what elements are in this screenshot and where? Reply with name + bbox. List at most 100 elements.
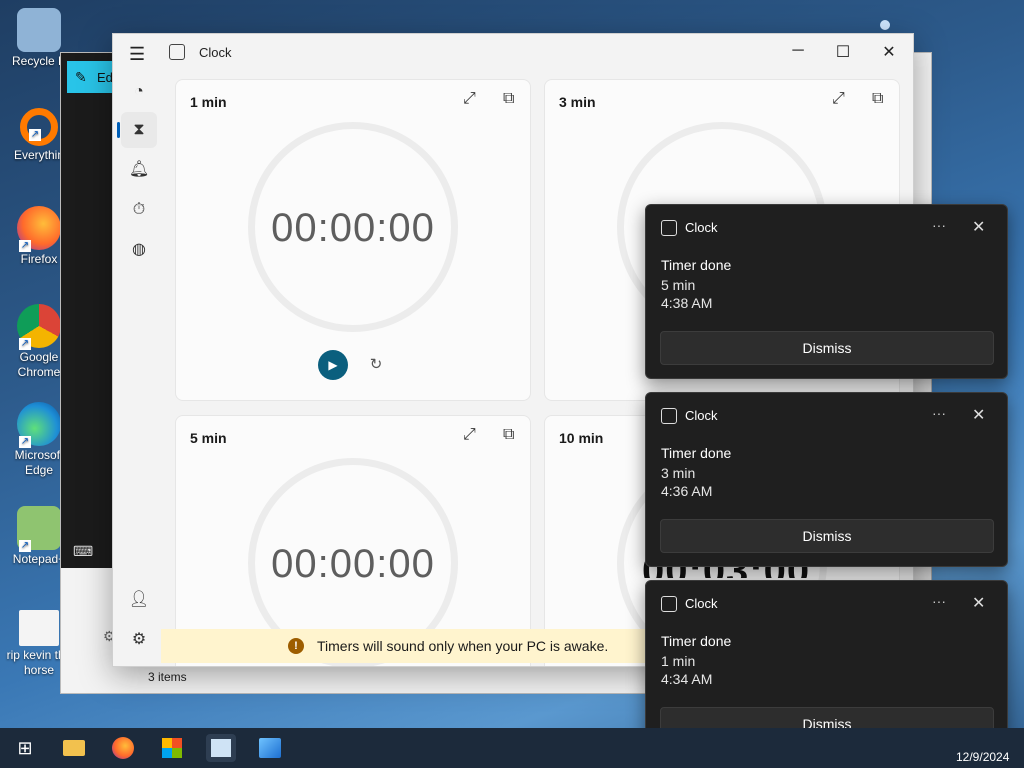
taskbar-file-explorer[interactable] bbox=[59, 734, 89, 762]
nav-focus-sessions[interactable]: ◔ bbox=[121, 74, 157, 110]
alarm-icon: 🔔︎ bbox=[128, 161, 150, 178]
desktop-icon-label: Everythin bbox=[13, 148, 65, 162]
notepad-icon bbox=[211, 739, 231, 757]
world-clock-icon: ◍ bbox=[132, 241, 146, 258]
edit-icon: ✎ bbox=[75, 69, 87, 85]
pin-icon[interactable]: ⧉ bbox=[872, 90, 883, 108]
taskbar-firefox[interactable] bbox=[108, 734, 138, 762]
timer-icon: ⧗ bbox=[133, 121, 145, 138]
desktop-icon-label: Notepad+ bbox=[12, 552, 66, 566]
reset-icon: ↻ bbox=[369, 356, 383, 373]
close-button[interactable]: ✕ bbox=[879, 42, 899, 62]
toast-body: 3 min bbox=[661, 465, 696, 481]
play-icon: ▶ bbox=[328, 358, 338, 372]
background-window-button[interactable]: ✎ Ed bbox=[67, 61, 115, 93]
toast-app-name: Clock bbox=[685, 596, 718, 611]
start-button[interactable]: ⊞ bbox=[10, 734, 40, 762]
background-window-button-label: Ed bbox=[97, 70, 113, 85]
timer-card[interactable]: 1 min ⤢ ⧉ 00:00:00 ▶ ↻ bbox=[175, 79, 531, 401]
dismiss-button[interactable]: Dismiss bbox=[660, 331, 994, 365]
clock-app-icon bbox=[661, 408, 677, 424]
play-button[interactable]: ▶ bbox=[318, 350, 348, 380]
status-bar-text: 3 items bbox=[148, 670, 187, 684]
timer-name: 5 min bbox=[190, 430, 227, 446]
banner-message: Timers will sound only when your PC is a… bbox=[317, 638, 609, 654]
toast-notification[interactable]: Clock ··· ✕ Timer done 3 min 4:36 AM Dis… bbox=[645, 392, 1008, 567]
nav-settings[interactable]: ⚙ bbox=[121, 622, 157, 658]
toast-body: 5 min bbox=[661, 277, 696, 293]
notepad-plus-icon: ↗ bbox=[17, 506, 61, 552]
pin-icon[interactable]: ⧉ bbox=[503, 90, 514, 108]
toast-title: Timer done bbox=[661, 445, 732, 461]
timer-time: 00:00:00 bbox=[271, 206, 435, 250]
hamburger-menu-icon[interactable]: ☰ bbox=[129, 44, 145, 65]
settings-icon: ⚙ bbox=[131, 631, 147, 648]
nav-account[interactable]: 👤︎ bbox=[121, 582, 157, 618]
background-window-sidebar bbox=[61, 53, 113, 568]
dismiss-button[interactable]: Dismiss bbox=[660, 519, 994, 553]
shortcut-arrow-icon: ↗ bbox=[19, 540, 31, 552]
taskbar-store[interactable] bbox=[157, 734, 187, 762]
photos-icon bbox=[259, 738, 281, 758]
close-icon[interactable]: ✕ bbox=[972, 593, 985, 613]
pin-icon[interactable]: ⧉ bbox=[503, 426, 514, 444]
toast-time: 4:38 AM bbox=[661, 295, 713, 311]
chrome-icon: ↗ bbox=[17, 304, 61, 350]
timer-name: 1 min bbox=[190, 94, 227, 110]
desktop-icon-label: Recycle B bbox=[11, 54, 67, 68]
start-icon: ⊞ bbox=[17, 738, 33, 758]
taskbar: ⊞ 12/9/2024 bbox=[0, 728, 1024, 768]
firefox-icon: ↗ bbox=[17, 206, 61, 252]
clock-app-icon bbox=[661, 596, 677, 612]
desktop-wallpaper-shape bbox=[880, 20, 890, 30]
desktop-icon-label: Google Chrome bbox=[17, 350, 61, 379]
shortcut-arrow-icon: ↗ bbox=[19, 240, 31, 252]
toast-notification[interactable]: Clock ··· ✕ Timer done 5 min 4:38 AM Dis… bbox=[645, 204, 1008, 379]
toast-body: 1 min bbox=[661, 653, 696, 669]
expand-icon[interactable]: ⤢ bbox=[463, 426, 476, 444]
window-title: Clock bbox=[199, 45, 232, 60]
taskbar-date: 12/9/2024 bbox=[956, 750, 1010, 764]
toast-time: 4:34 AM bbox=[661, 671, 713, 687]
focus-sessions-icon: ◔ bbox=[134, 83, 144, 100]
more-options-icon[interactable]: ··· bbox=[932, 593, 946, 609]
timer-name: 10 min bbox=[559, 430, 604, 446]
minimize-button[interactable]: ─ bbox=[788, 42, 808, 60]
document-icon bbox=[19, 610, 59, 646]
expand-icon[interactable]: ⤢ bbox=[832, 90, 845, 108]
shortcut-arrow-icon: ↗ bbox=[29, 129, 41, 141]
nav-timer[interactable]: ⧗ bbox=[117, 112, 157, 148]
toast-title: Timer done bbox=[661, 257, 732, 273]
reset-button[interactable]: ↻ bbox=[363, 352, 389, 378]
everything-search-icon: ↗ bbox=[20, 108, 58, 146]
toast-app-name: Clock bbox=[685, 408, 718, 423]
maximize-button[interactable]: ☐ bbox=[833, 42, 853, 62]
taskbar-notepad[interactable] bbox=[206, 734, 236, 762]
file-explorer-icon bbox=[63, 740, 85, 756]
expand-icon[interactable]: ⤢ bbox=[463, 90, 476, 108]
shortcut-arrow-icon: ↗ bbox=[19, 436, 31, 448]
toast-app-name: Clock bbox=[685, 220, 718, 235]
close-icon[interactable]: ✕ bbox=[972, 217, 985, 237]
recycle-bin-icon bbox=[17, 8, 61, 52]
toast-time: 4:36 AM bbox=[661, 483, 713, 499]
timer-time: 00:00:00 bbox=[271, 542, 435, 586]
desktop-icon-label: Firefox bbox=[20, 252, 58, 266]
nav-stopwatch[interactable]: ⏱︎ bbox=[121, 192, 157, 228]
more-options-icon[interactable]: ··· bbox=[932, 405, 946, 421]
keyboard-icon[interactable]: ⌨ bbox=[73, 543, 93, 560]
store-icon bbox=[162, 738, 182, 758]
stopwatch-icon: ⏱︎ bbox=[132, 201, 146, 218]
timer-name: 3 min bbox=[559, 94, 596, 110]
taskbar-photos[interactable] bbox=[255, 734, 285, 762]
desktop-icon-label: Microsoft Edge bbox=[14, 448, 64, 477]
close-icon[interactable]: ✕ bbox=[972, 405, 985, 425]
more-options-icon[interactable]: ··· bbox=[932, 217, 946, 233]
warning-icon: ! bbox=[288, 638, 304, 654]
edge-icon: ↗ bbox=[17, 402, 61, 448]
nav-world-clock[interactable]: ◍ bbox=[121, 232, 157, 268]
title-bar: ☰ Clock ─ ☐ ✕ bbox=[113, 34, 913, 70]
shortcut-arrow-icon: ↗ bbox=[19, 338, 31, 350]
nav-alarm[interactable]: 🔔︎ bbox=[121, 152, 157, 188]
clock-app-icon bbox=[661, 220, 677, 236]
